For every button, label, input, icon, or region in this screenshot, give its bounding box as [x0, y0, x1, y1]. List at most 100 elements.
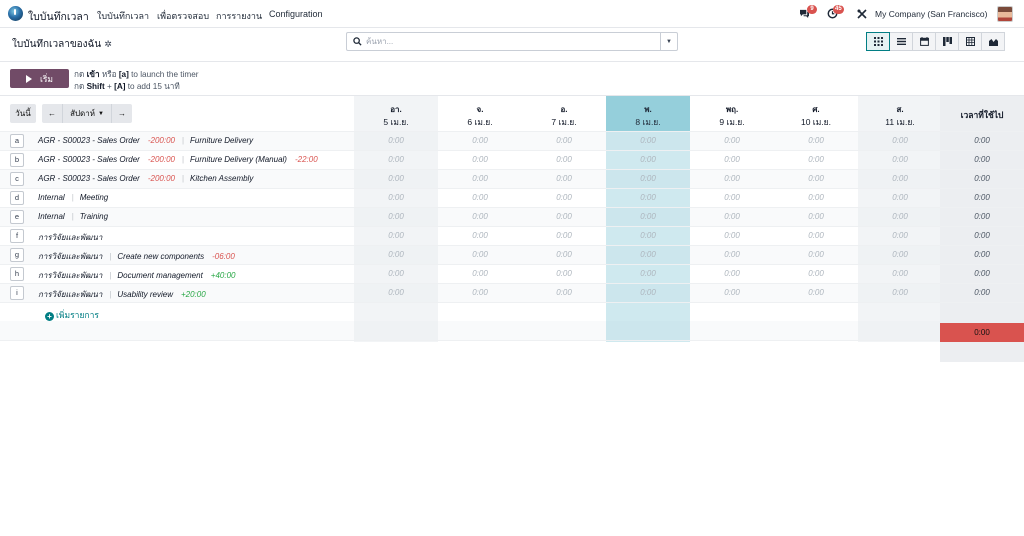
- gear-icon[interactable]: ✲: [104, 39, 112, 50]
- hours-cell[interactable]: 0:00: [774, 250, 858, 259]
- hours-cell[interactable]: 0:00: [858, 136, 942, 145]
- row-label[interactable]: การวิจัยและพัฒนา | Create new components -0…: [38, 250, 235, 263]
- hours-cell[interactable]: 0:00: [774, 212, 858, 221]
- hours-cell[interactable]: 0:00: [690, 212, 774, 221]
- hours-cell[interactable]: 0:00: [354, 174, 438, 183]
- grid-view-button[interactable]: [866, 32, 890, 51]
- hours-cell[interactable]: 0:00: [774, 155, 858, 164]
- add-line-link[interactable]: + เพิ่มรายการ: [45, 308, 99, 322]
- row-shortcut-key[interactable]: c: [10, 171, 24, 186]
- hours-cell[interactable]: 0:00: [606, 231, 690, 240]
- hours-cell[interactable]: 0:00: [522, 269, 606, 278]
- hours-cell[interactable]: 0:00: [438, 231, 522, 240]
- hours-cell[interactable]: 0:00: [606, 250, 690, 259]
- hours-cell[interactable]: 0:00: [522, 174, 606, 183]
- pivot-view-button[interactable]: [958, 32, 982, 51]
- hours-cell[interactable]: 0:00: [690, 155, 774, 164]
- hours-cell[interactable]: 0:00: [690, 269, 774, 278]
- previous-period-button[interactable]: ←: [42, 104, 62, 123]
- row-label[interactable]: การวิจัยและพัฒนา: [38, 231, 102, 244]
- graph-view-button[interactable]: [981, 32, 1005, 51]
- hours-cell[interactable]: 0:00: [354, 136, 438, 145]
- row-shortcut-key[interactable]: i: [10, 285, 24, 300]
- hours-cell[interactable]: 0:00: [858, 288, 942, 297]
- hours-cell[interactable]: 0:00: [858, 193, 942, 202]
- row-label[interactable]: AGR - S00023 - Sales Order -200:00 | Furnit…: [38, 136, 253, 145]
- hours-cell[interactable]: 0:00: [522, 136, 606, 145]
- hours-cell[interactable]: 0:00: [354, 193, 438, 202]
- hours-cell[interactable]: 0:00: [606, 174, 690, 183]
- hours-cell[interactable]: 0:00: [774, 288, 858, 297]
- menu-to-validate[interactable]: เพื่อตรวจสอบ: [157, 9, 209, 23]
- menu-reporting[interactable]: การรายงาน: [216, 9, 262, 23]
- hours-cell[interactable]: 0:00: [606, 155, 690, 164]
- calendar-view-button[interactable]: [912, 32, 936, 51]
- today-button[interactable]: วันนี้: [10, 104, 36, 123]
- row-shortcut-key[interactable]: d: [10, 190, 24, 205]
- hours-cell[interactable]: 0:00: [858, 231, 942, 240]
- hours-cell[interactable]: 0:00: [858, 269, 942, 278]
- hours-cell[interactable]: 0:00: [690, 288, 774, 297]
- menu-timesheets[interactable]: ใบบันทึกเวลา: [97, 9, 149, 23]
- hours-cell[interactable]: 0:00: [522, 231, 606, 240]
- hours-cell[interactable]: 0:00: [858, 250, 942, 259]
- row-label[interactable]: AGR - S00023 - Sales Order -200:00 | Furnit…: [38, 155, 318, 164]
- hours-cell[interactable]: 0:00: [438, 155, 522, 164]
- row-label[interactable]: การวิจัยและพัฒนา | Usability review +20:00: [38, 288, 206, 301]
- row-label[interactable]: AGR - S00023 - Sales Order -200:00 | Kitche…: [38, 174, 253, 183]
- hours-cell[interactable]: 0:00: [438, 193, 522, 202]
- row-label[interactable]: Internal | Meeting: [38, 193, 108, 202]
- hours-cell[interactable]: 0:00: [438, 250, 522, 259]
- hours-cell[interactable]: 0:00: [690, 193, 774, 202]
- hours-cell[interactable]: 0:00: [354, 269, 438, 278]
- next-period-button[interactable]: →: [112, 104, 132, 123]
- search-bar[interactable]: ▼: [346, 32, 678, 51]
- hours-cell[interactable]: 0:00: [522, 288, 606, 297]
- search-input[interactable]: [366, 35, 656, 48]
- hours-cell[interactable]: 0:00: [438, 174, 522, 183]
- company-switcher[interactable]: My Company (San Francisco): [875, 9, 987, 19]
- hours-cell[interactable]: 0:00: [606, 193, 690, 202]
- hours-cell[interactable]: 0:00: [522, 155, 606, 164]
- hours-cell[interactable]: 0:00: [774, 269, 858, 278]
- kanban-view-button[interactable]: [935, 32, 959, 51]
- hours-cell[interactable]: 0:00: [690, 174, 774, 183]
- hours-cell[interactable]: 0:00: [606, 136, 690, 145]
- app-name[interactable]: ใบบันทึกเวลา: [28, 8, 89, 25]
- hours-cell[interactable]: 0:00: [690, 136, 774, 145]
- hours-cell[interactable]: 0:00: [354, 288, 438, 297]
- row-shortcut-key[interactable]: b: [10, 152, 24, 167]
- row-shortcut-key[interactable]: f: [10, 228, 24, 243]
- hours-cell[interactable]: 0:00: [438, 212, 522, 221]
- row-shortcut-key[interactable]: h: [10, 266, 24, 281]
- hours-cell[interactable]: 0:00: [774, 174, 858, 183]
- hours-cell[interactable]: 0:00: [606, 212, 690, 221]
- hours-cell[interactable]: 0:00: [522, 193, 606, 202]
- hours-cell[interactable]: 0:00: [354, 250, 438, 259]
- hours-cell[interactable]: 0:00: [774, 136, 858, 145]
- hours-cell[interactable]: 0:00: [438, 288, 522, 297]
- row-shortcut-key[interactable]: a: [10, 133, 24, 148]
- user-avatar[interactable]: [997, 6, 1013, 22]
- tools-icon[interactable]: [857, 9, 867, 19]
- row-label[interactable]: การวิจัยและพัฒนา | Document management +40:…: [38, 269, 236, 282]
- hours-cell[interactable]: 0:00: [354, 155, 438, 164]
- start-timer-button[interactable]: เริ่ม: [10, 69, 69, 88]
- hours-cell[interactable]: 0:00: [858, 174, 942, 183]
- row-shortcut-key[interactable]: g: [10, 247, 24, 262]
- hours-cell[interactable]: 0:00: [690, 250, 774, 259]
- hours-cell[interactable]: 0:00: [858, 155, 942, 164]
- list-view-button[interactable]: [889, 32, 913, 51]
- hours-cell[interactable]: 0:00: [438, 136, 522, 145]
- hours-cell[interactable]: 0:00: [354, 212, 438, 221]
- scale-dropdown[interactable]: สัปดาห์ ▼: [62, 104, 112, 123]
- hours-cell[interactable]: 0:00: [774, 193, 858, 202]
- hours-cell[interactable]: 0:00: [606, 269, 690, 278]
- search-options-toggle[interactable]: ▼: [660, 33, 677, 50]
- hours-cell[interactable]: 0:00: [606, 288, 690, 297]
- timesheet-app-icon[interactable]: [8, 6, 23, 21]
- hours-cell[interactable]: 0:00: [522, 250, 606, 259]
- hours-cell[interactable]: 0:00: [774, 231, 858, 240]
- row-shortcut-key[interactable]: e: [10, 209, 24, 224]
- hours-cell[interactable]: 0:00: [858, 212, 942, 221]
